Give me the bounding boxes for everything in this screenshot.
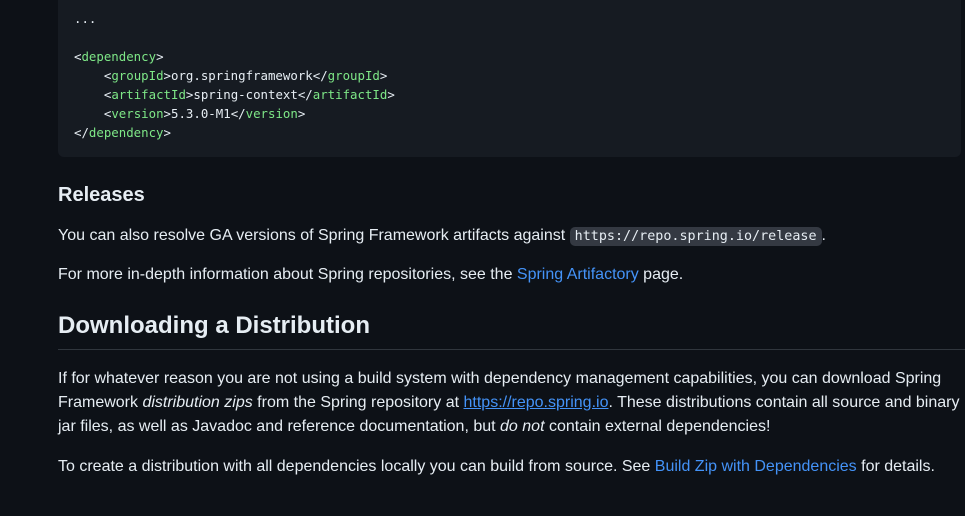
xml-value: 5.3.0-M1 xyxy=(171,106,231,121)
distribution-paragraph: If for whatever reason you are not using… xyxy=(58,367,965,439)
releases-paragraph: You can also resolve GA versions of Spri… xyxy=(58,224,826,249)
paragraph-line: Framework distribution zips from the Spr… xyxy=(58,391,965,415)
xml-tag: groupId xyxy=(327,68,380,83)
paragraph-text: . xyxy=(821,227,826,244)
paragraph-line: jar files, as well as Javadoc and refere… xyxy=(58,415,965,439)
emphasis-text: do not xyxy=(500,418,545,435)
paragraph-text: from the Spring repository at xyxy=(252,394,464,411)
maven-dependency-snippet: ... <dependency> <groupId>org.springfram… xyxy=(74,11,395,140)
paragraph-text: page. xyxy=(638,266,684,283)
paragraph-text: jar files, as well as Javadoc and refere… xyxy=(58,418,501,435)
code-ellipsis: ... xyxy=(74,11,97,26)
heading-divider xyxy=(58,349,965,350)
build-zip-paragraph: To create a distribution with all depend… xyxy=(58,455,935,479)
spring-repo-link[interactable]: https://repo.spring.io xyxy=(464,394,609,411)
paragraph-text: To create a distribution with all depend… xyxy=(58,458,655,475)
paragraph-text: for details. xyxy=(856,458,935,475)
downloading-heading: Downloading a Distribution xyxy=(58,312,370,339)
paragraph-text: . These distributions contain all source… xyxy=(608,394,960,411)
paragraph-line: If for whatever reason you are not using… xyxy=(58,370,942,387)
paragraph-text: For more in-depth information about Spri… xyxy=(58,266,517,283)
xml-value: org.springframework xyxy=(171,68,313,83)
release-repo-url-code: https://repo.spring.io/release xyxy=(569,227,822,246)
xml-tag: groupId xyxy=(111,68,164,83)
releases-heading: Releases xyxy=(58,184,145,206)
xml-tag: dependency xyxy=(88,125,164,140)
paragraph-text: You can also resolve GA versions of Spri… xyxy=(58,227,570,244)
paragraph-text: contain external dependencies! xyxy=(544,418,771,435)
spring-artifactory-link[interactable]: Spring Artifactory xyxy=(517,266,639,283)
xml-tag: artifactId xyxy=(312,87,388,102)
repositories-paragraph: For more in-depth information about Spri… xyxy=(58,263,683,287)
xml-tag: version xyxy=(245,106,298,121)
xml-tag: artifactId xyxy=(111,87,186,102)
xml-tag: version xyxy=(111,106,164,121)
build-zip-link[interactable]: Build Zip with Dependencies xyxy=(655,458,857,475)
paragraph-text: Framework xyxy=(58,394,143,411)
xml-tag: dependency xyxy=(81,49,157,64)
code-block: ... <dependency> <groupId>org.springfram… xyxy=(58,0,961,157)
xml-value: spring-context xyxy=(193,87,298,102)
emphasis-text: distribution zips xyxy=(142,394,253,411)
